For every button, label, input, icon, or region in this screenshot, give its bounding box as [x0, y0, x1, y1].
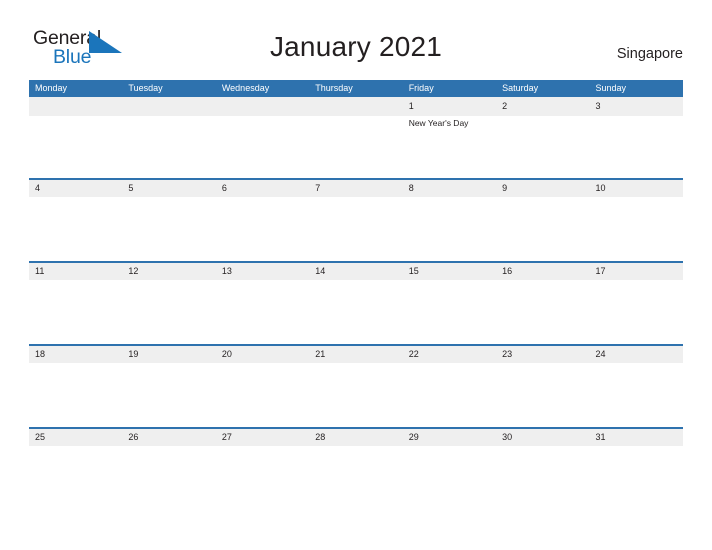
day-cell[interactable] — [590, 363, 683, 427]
calendar-page: { "brand": { "word_one": "General", "wor… — [0, 0, 712, 550]
event-band — [29, 363, 683, 427]
date-number[interactable]: 18 — [29, 346, 122, 363]
date-number[interactable]: 16 — [496, 263, 589, 280]
date-number[interactable]: 24 — [590, 346, 683, 363]
date-number-band: 4 5 6 7 8 9 10 — [29, 178, 683, 197]
date-number[interactable]: 13 — [216, 263, 309, 280]
locale-label: Singapore — [616, 46, 683, 62]
date-number-band: 18 19 20 21 22 23 24 — [29, 344, 683, 363]
date-number[interactable]: 19 — [122, 346, 215, 363]
day-cell[interactable] — [590, 446, 683, 510]
calendar-grid: Monday Tuesday Wednesday Thursday Friday… — [29, 80, 683, 510]
day-cell[interactable] — [216, 280, 309, 344]
day-cell[interactable] — [216, 363, 309, 427]
weekday-header-monday: Monday — [35, 83, 68, 93]
day-cell[interactable] — [590, 197, 683, 261]
day-cell[interactable] — [216, 197, 309, 261]
date-number[interactable]: 9 — [496, 180, 589, 197]
date-number[interactable]: 23 — [496, 346, 589, 363]
page-title: January 2021 — [269, 31, 443, 62]
day-cell[interactable] — [122, 363, 215, 427]
day-cell[interactable] — [309, 116, 402, 178]
date-number[interactable]: 1 — [403, 97, 496, 116]
day-cell[interactable] — [309, 280, 402, 344]
day-cell[interactable] — [29, 280, 122, 344]
day-cell[interactable] — [309, 446, 402, 510]
day-cell[interactable] — [590, 280, 683, 344]
day-cell[interactable] — [496, 197, 589, 261]
date-number[interactable]: 11 — [29, 263, 122, 280]
weekday-header-thursday: Thursday — [315, 83, 353, 93]
date-number[interactable]: 5 — [122, 180, 215, 197]
day-cell[interactable] — [496, 363, 589, 427]
day-cell[interactable] — [590, 116, 683, 178]
day-cell[interactable] — [403, 363, 496, 427]
date-number[interactable]: 7 — [309, 180, 402, 197]
day-cell[interactable] — [29, 446, 122, 510]
weekday-header-tuesday: Tuesday — [128, 83, 163, 93]
day-cell[interactable]: New Year's Day — [403, 116, 496, 178]
date-number[interactable]: 25 — [29, 429, 122, 446]
date-number[interactable] — [309, 97, 402, 116]
date-number[interactable]: 28 — [309, 429, 402, 446]
day-cell[interactable] — [496, 446, 589, 510]
day-cell[interactable] — [496, 280, 589, 344]
day-cell[interactable] — [216, 116, 309, 178]
event-band — [29, 446, 683, 510]
week-row: 11 12 13 14 15 16 17 — [29, 261, 683, 344]
day-cell[interactable] — [403, 197, 496, 261]
week-row: 4 5 6 7 8 9 10 — [29, 178, 683, 261]
date-number[interactable]: 15 — [403, 263, 496, 280]
date-number[interactable]: 12 — [122, 263, 215, 280]
week-row: 1 2 3 New Year's Day — [29, 97, 683, 178]
weekday-header-friday: Friday — [408, 83, 434, 93]
date-number-band: 11 12 13 14 15 16 17 — [29, 261, 683, 280]
date-number[interactable]: 21 — [309, 346, 402, 363]
holiday-label: New Year's Day — [408, 118, 469, 128]
day-cell[interactable] — [309, 197, 402, 261]
week-row: 18 19 20 21 22 23 24 — [29, 344, 683, 427]
date-number[interactable]: 4 — [29, 180, 122, 197]
date-number[interactable]: 20 — [216, 346, 309, 363]
day-cell[interactable] — [403, 446, 496, 510]
date-number[interactable]: 2 — [496, 97, 589, 116]
weekday-header-saturday: Saturday — [502, 83, 539, 93]
date-number[interactable]: 14 — [309, 263, 402, 280]
date-number[interactable] — [29, 97, 122, 116]
date-number[interactable]: 31 — [590, 429, 683, 446]
day-cell[interactable] — [309, 363, 402, 427]
week-row: 25 26 27 28 29 30 31 — [29, 427, 683, 510]
day-cell[interactable] — [122, 197, 215, 261]
day-cell[interactable] — [496, 116, 589, 178]
day-cell[interactable] — [122, 116, 215, 178]
date-number-band: 1 2 3 — [29, 97, 683, 116]
date-number[interactable]: 22 — [403, 346, 496, 363]
event-band — [29, 197, 683, 261]
page-header: General Blue January 2021 Singapore — [0, 0, 712, 80]
date-number[interactable]: 29 — [403, 429, 496, 446]
day-cell[interactable] — [122, 280, 215, 344]
day-cell[interactable] — [29, 363, 122, 427]
weekday-header-sunday: Sunday — [595, 83, 627, 93]
weekday-header-wednesday: Wednesday — [221, 83, 270, 93]
date-number[interactable] — [122, 97, 215, 116]
date-number[interactable]: 26 — [122, 429, 215, 446]
day-cell[interactable] — [29, 197, 122, 261]
date-number[interactable]: 8 — [403, 180, 496, 197]
date-number[interactable]: 6 — [216, 180, 309, 197]
date-number[interactable]: 3 — [590, 97, 683, 116]
event-band — [29, 280, 683, 344]
date-number-band: 25 26 27 28 29 30 31 — [29, 427, 683, 446]
day-cell[interactable] — [216, 446, 309, 510]
weekday-header-row: Monday Tuesday Wednesday Thursday Friday… — [29, 80, 683, 97]
day-cell[interactable] — [29, 116, 122, 178]
event-band: New Year's Day — [29, 116, 683, 178]
date-number[interactable]: 17 — [590, 263, 683, 280]
date-number[interactable] — [216, 97, 309, 116]
day-cell[interactable] — [403, 280, 496, 344]
date-number[interactable]: 10 — [590, 180, 683, 197]
day-cell[interactable] — [122, 446, 215, 510]
date-number[interactable]: 30 — [496, 429, 589, 446]
date-number[interactable]: 27 — [216, 429, 309, 446]
